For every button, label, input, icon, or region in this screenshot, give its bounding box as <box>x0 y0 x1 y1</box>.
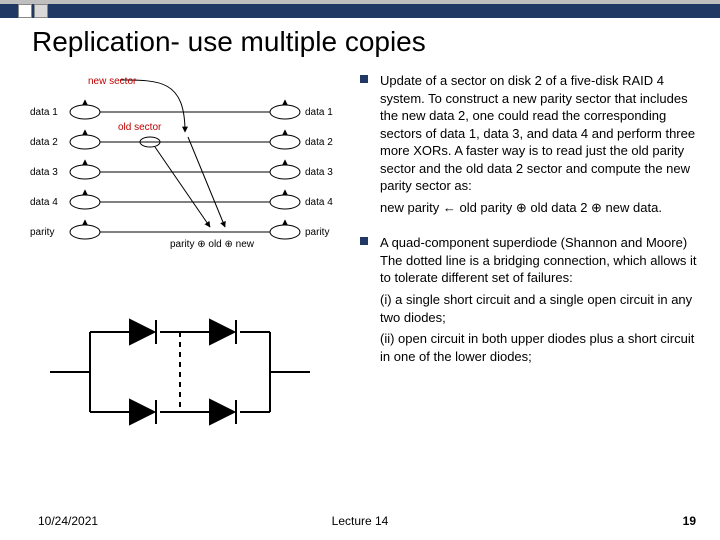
label-parity-formula: parity ⊕ old ⊕ new <box>170 239 255 250</box>
bullet-marker-icon <box>360 75 368 83</box>
bullet-1: Update of a sector on disk 2 of a five-d… <box>360 72 700 216</box>
bullet-2: A quad-component superdiode (Shannon and… <box>360 234 700 365</box>
slide: Replication- use multiple copies <box>0 0 720 540</box>
bullet-2-sub2: (ii) open circuit in both upper diodes p… <box>380 330 700 365</box>
label-parity-r: parity <box>305 227 329 238</box>
label-data3: data 3 <box>30 167 58 178</box>
label-data4: data 4 <box>30 197 58 208</box>
label-data3-r: data 3 <box>305 167 333 178</box>
label-data1: data 1 <box>30 107 58 118</box>
bullet-marker-icon <box>360 237 368 245</box>
slide-title: Replication- use multiple copies <box>32 26 426 58</box>
bullet-1-text: Update of a sector on disk 2 of a five-d… <box>380 73 695 193</box>
accent-square-grey <box>34 4 48 18</box>
bullet-list: Update of a sector on disk 2 of a five-d… <box>360 72 700 383</box>
raid-figure: data 1 data 2 data 3 data 4 parity data … <box>30 72 350 252</box>
top-accent <box>0 0 720 22</box>
accent-square-light <box>18 4 32 18</box>
label-data2: data 2 <box>30 137 58 148</box>
label-data1-r: data 1 <box>305 107 333 118</box>
label-old-sector: old sector <box>118 122 162 133</box>
label-parity: parity <box>30 227 54 238</box>
content-area: data 1 data 2 data 3 data 4 parity data … <box>0 72 720 502</box>
footer-page-number: 19 <box>683 514 696 528</box>
label-data4-r: data 4 <box>305 197 333 208</box>
label-new-sector: new sector <box>88 76 137 87</box>
superdiode-figure <box>50 302 310 442</box>
bullet-2-sub1: (i) a single short circuit and a single … <box>380 291 700 326</box>
footer-center: Lecture 14 <box>0 514 720 528</box>
label-data2-r: data 2 <box>305 137 333 148</box>
bullet-2-text: A quad-component superdiode (Shannon and… <box>380 235 697 285</box>
accent-navy-bar <box>0 4 720 18</box>
bullet-1-sub: new parity ← old parity ⊕ old data 2 ⊕ n… <box>380 199 700 217</box>
